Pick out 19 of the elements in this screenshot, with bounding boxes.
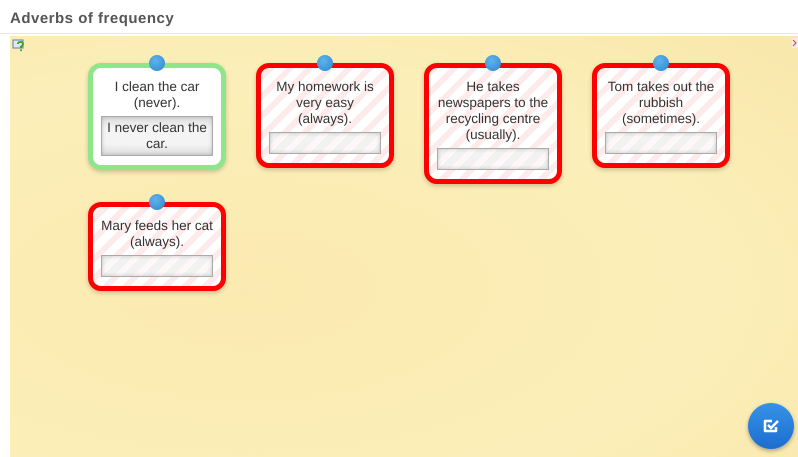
- pin-icon: [653, 55, 669, 71]
- expand-icon[interactable]: [792, 38, 798, 48]
- answer-field[interactable]: [101, 255, 213, 277]
- answer-field[interactable]: [605, 132, 717, 154]
- check-button[interactable]: [748, 403, 794, 449]
- page-title: Adverbs of frequency: [0, 0, 798, 34]
- question-text: Mary feeds her cat (always).: [101, 217, 213, 250]
- pin-icon: [149, 194, 165, 210]
- pin-icon: [485, 55, 501, 71]
- answer-field[interactable]: [437, 148, 549, 170]
- pin-icon: [149, 55, 165, 71]
- answer-field[interactable]: I never clean the car.: [101, 116, 213, 156]
- pin-icon: [317, 55, 333, 71]
- question-text: He takes newspapers to the recycling centre (usually).: [437, 78, 549, 143]
- help-icon[interactable]: [12, 38, 26, 52]
- question-text: I clean the car (never).: [114, 78, 200, 111]
- answer-field[interactable]: [269, 132, 381, 154]
- question-text: My homework is very easy (always).: [275, 78, 375, 127]
- question-text: Tom takes out the rubbish (sometimes).: [606, 78, 716, 127]
